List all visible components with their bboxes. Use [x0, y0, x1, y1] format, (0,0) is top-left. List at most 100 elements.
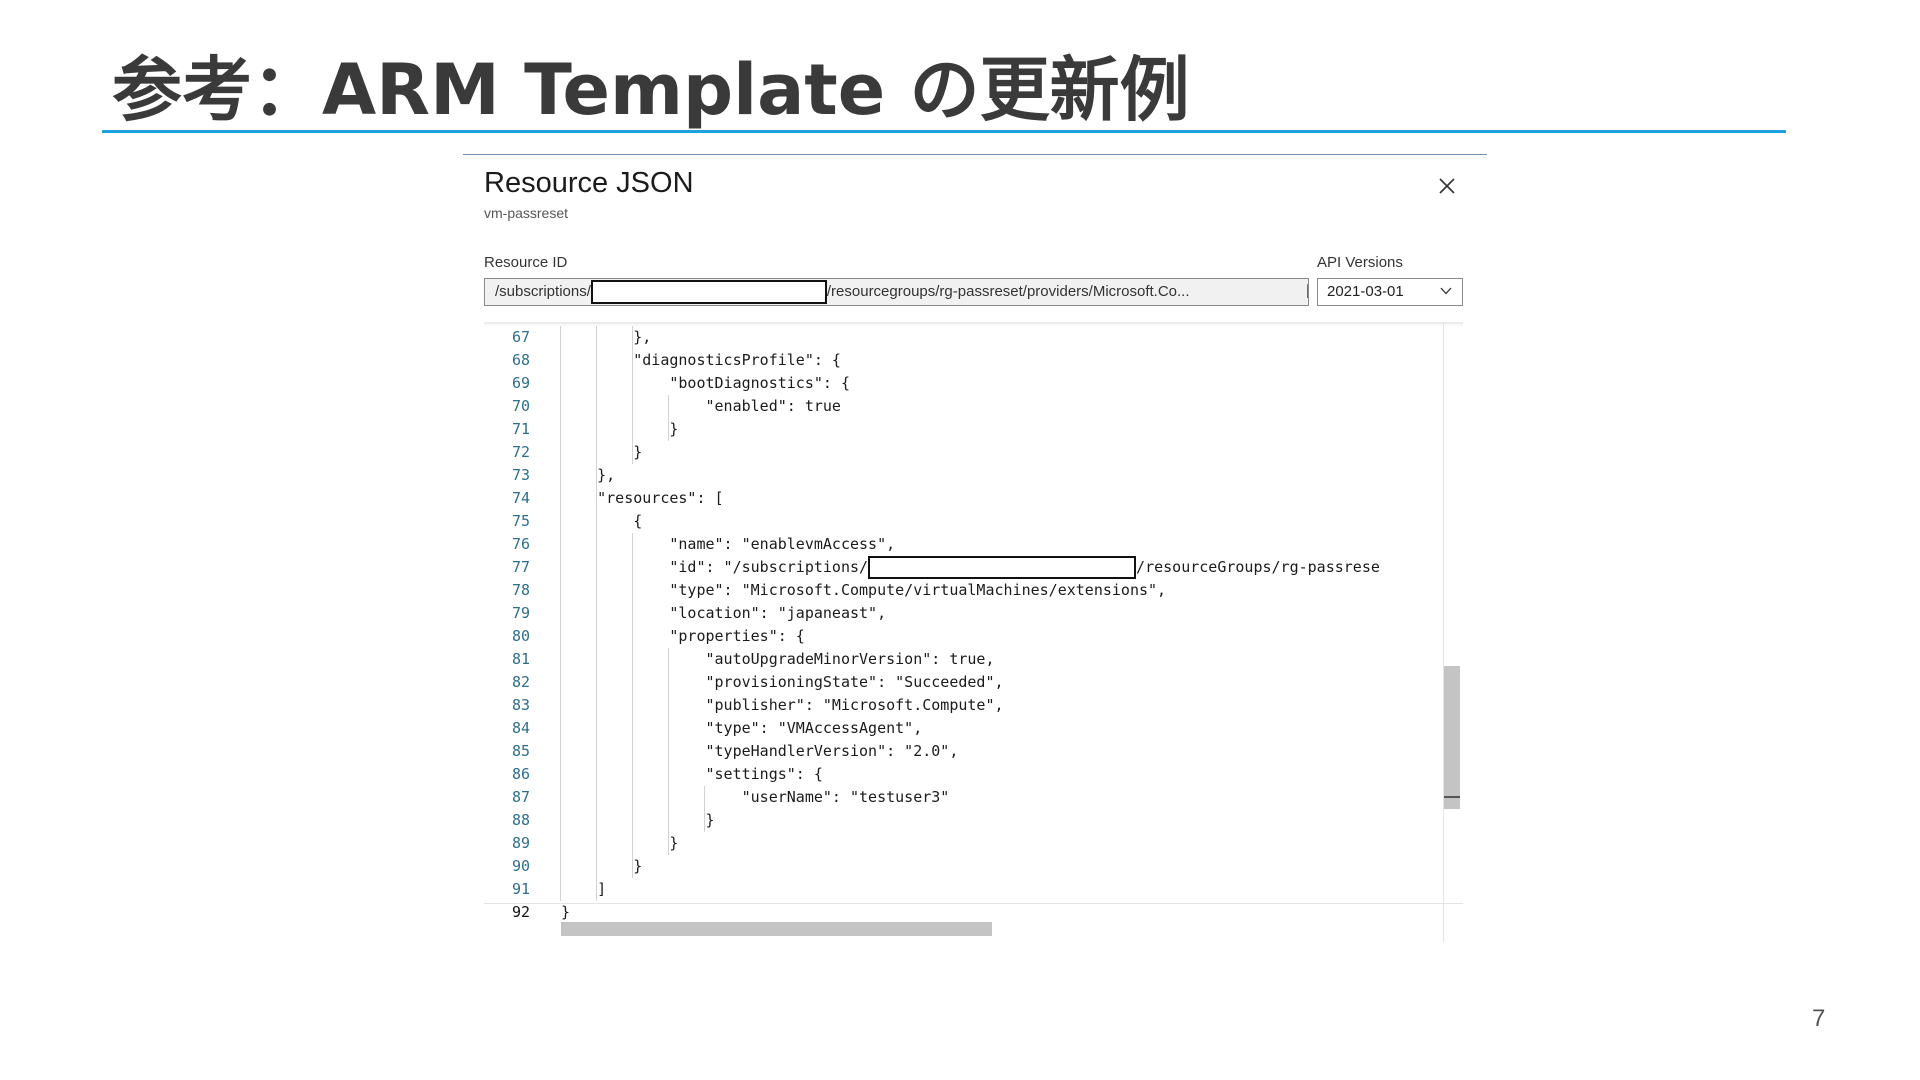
line-number: 70: [511, 397, 530, 415]
line-number: 85: [511, 742, 530, 760]
code-line: 81 "autoUpgradeMinorVersion": true,: [484, 648, 1459, 671]
code-line: 85 "typeHandlerVersion": "2.0",: [484, 740, 1459, 763]
redacted-subscription-id: [868, 556, 1137, 579]
line-number: 87: [511, 788, 530, 806]
code-segment: "publisher": "Microsoft.Compute",: [561, 696, 1004, 714]
line-number: 82: [511, 673, 530, 691]
code-segment: "resources": [: [561, 489, 724, 507]
line-number: 76: [511, 535, 530, 553]
api-version-select[interactable]: 2021-03-01: [1317, 278, 1463, 306]
code-text: ]: [561, 878, 606, 901]
code-text: {: [561, 510, 642, 533]
code-line: 72 }: [484, 441, 1459, 464]
code-segment: "location": "japaneast",: [561, 604, 887, 622]
code-line: 79 "location": "japaneast",: [484, 602, 1459, 625]
resource-json-panel: Resource JSON vm-passreset Resource ID A…: [463, 154, 1487, 950]
code-segment: }: [561, 857, 643, 875]
close-button[interactable]: [1435, 174, 1459, 198]
code-text: }: [561, 855, 642, 878]
code-text: "bootDiagnostics": {: [561, 372, 850, 395]
api-version-value: 2021-03-01: [1327, 283, 1404, 300]
code-line: 91 ]: [484, 878, 1459, 901]
code-line: 77 "id": "/subscriptions/ /resourceGroups…: [484, 556, 1459, 579]
code-segment: }: [561, 834, 679, 852]
code-text: "settings": {: [561, 763, 822, 786]
code-segment: }: [561, 443, 643, 461]
code-segment: }: [561, 420, 679, 438]
code-text: }: [561, 901, 570, 924]
code-segment: ]: [561, 880, 607, 898]
code-text: "id": "/subscriptions/ /resourceGroups/rg…: [561, 556, 1380, 579]
code-text: "publisher": "Microsoft.Compute",: [561, 694, 1004, 717]
code-segment: "enabled": true: [561, 397, 841, 415]
panel-top-border: [463, 154, 1487, 155]
line-number: 68: [511, 351, 530, 369]
line-number: 80: [511, 627, 530, 645]
line-number: 91: [511, 880, 530, 898]
line-number: 78: [511, 581, 530, 599]
line-number: 77: [511, 558, 530, 576]
code-line: 76 "name": "enablevmAccess",: [484, 533, 1459, 556]
code-line: 86 "settings": {: [484, 763, 1459, 786]
line-number: 86: [511, 765, 530, 783]
code-line: 88 }: [484, 809, 1459, 832]
code-line: 89 }: [484, 832, 1459, 855]
code-text: }: [561, 418, 678, 441]
line-number: 88: [511, 811, 530, 829]
code-text: "properties": {: [561, 625, 805, 648]
code-text: "enabled": true: [561, 395, 841, 418]
copy-icon[interactable]: [1305, 283, 1309, 303]
code-text: }: [561, 809, 715, 832]
code-text: },: [561, 326, 651, 349]
code-segment: "type": "Microsoft.Compute/virtualMachin…: [561, 581, 1167, 599]
line-number: 67: [511, 328, 530, 346]
horizontal-scrollbar-thumb[interactable]: [561, 922, 992, 936]
code-segment: "properties": {: [561, 627, 805, 645]
code-text: "name": "enablevmAccess",: [561, 533, 895, 556]
resource-id-suffix: /resourcegroups/rg-passreset/providers/M…: [826, 283, 1190, 300]
chevron-down-icon: [1440, 287, 1452, 295]
code-segment: }: [561, 811, 715, 829]
code-line: 80 "properties": {: [484, 625, 1459, 648]
code-line: 78 "type": "Microsoft.Compute/virtualMac…: [484, 579, 1459, 602]
line-number: 90: [511, 857, 530, 875]
line-number: 81: [511, 650, 530, 668]
title-underline: [102, 130, 1786, 133]
line-number: 75: [511, 512, 530, 530]
code-segment: },: [561, 466, 616, 484]
redacted-subscription-id: [590, 280, 827, 304]
line-number: 72: [511, 443, 530, 461]
line-number: 69: [511, 374, 530, 392]
line-number: 89: [511, 834, 530, 852]
slide-title: 参考：ARM Template の更新例: [112, 49, 1190, 131]
code-text: "resources": [: [561, 487, 724, 510]
code-line: 82 "provisioningState": "Succeeded",: [484, 671, 1459, 694]
line-number: 79: [511, 604, 530, 622]
code-text: }: [561, 832, 678, 855]
line-number: 84: [511, 719, 530, 737]
code-line: 67 },: [484, 326, 1459, 349]
code-text: "location": "japaneast",: [561, 602, 886, 625]
code-segment: "name": "enablevmAccess",: [561, 535, 896, 553]
code-line: 75 {: [484, 510, 1459, 533]
code-segment: "autoUpgradeMinorVersion": true,: [561, 650, 995, 668]
code-text: "type": "Microsoft.Compute/virtualMachin…: [561, 579, 1166, 602]
code-line: 92}: [484, 901, 1459, 924]
code-text: "userName": "testuser3": [561, 786, 950, 809]
resource-id-prefix: /subscriptions/: [495, 283, 591, 300]
close-icon: [1439, 178, 1455, 194]
code-segment: },: [561, 328, 652, 346]
resource-id-field[interactable]: /subscriptions/ /resourcegroups/rg-passre…: [484, 278, 1309, 306]
code-text: "provisioningState": "Succeeded",: [561, 671, 1003, 694]
code-segment: "type": "VMAccessAgent",: [561, 719, 923, 737]
panel-title: Resource JSON: [484, 167, 694, 199]
line-number: 71: [511, 420, 530, 438]
code-line: 83 "publisher": "Microsoft.Compute",: [484, 694, 1459, 717]
json-code-editor[interactable]: 67 }, 68 "diagnosticsProfile": {69 "bootD…: [484, 322, 1463, 942]
code-line: 87 "userName": "testuser3": [484, 786, 1459, 809]
code-text: },: [561, 464, 615, 487]
code-text: "type": "VMAccessAgent",: [561, 717, 922, 740]
api-versions-label: API Versions: [1317, 254, 1403, 271]
code-line: 90 }: [484, 855, 1459, 878]
line-number: 74: [511, 489, 530, 507]
